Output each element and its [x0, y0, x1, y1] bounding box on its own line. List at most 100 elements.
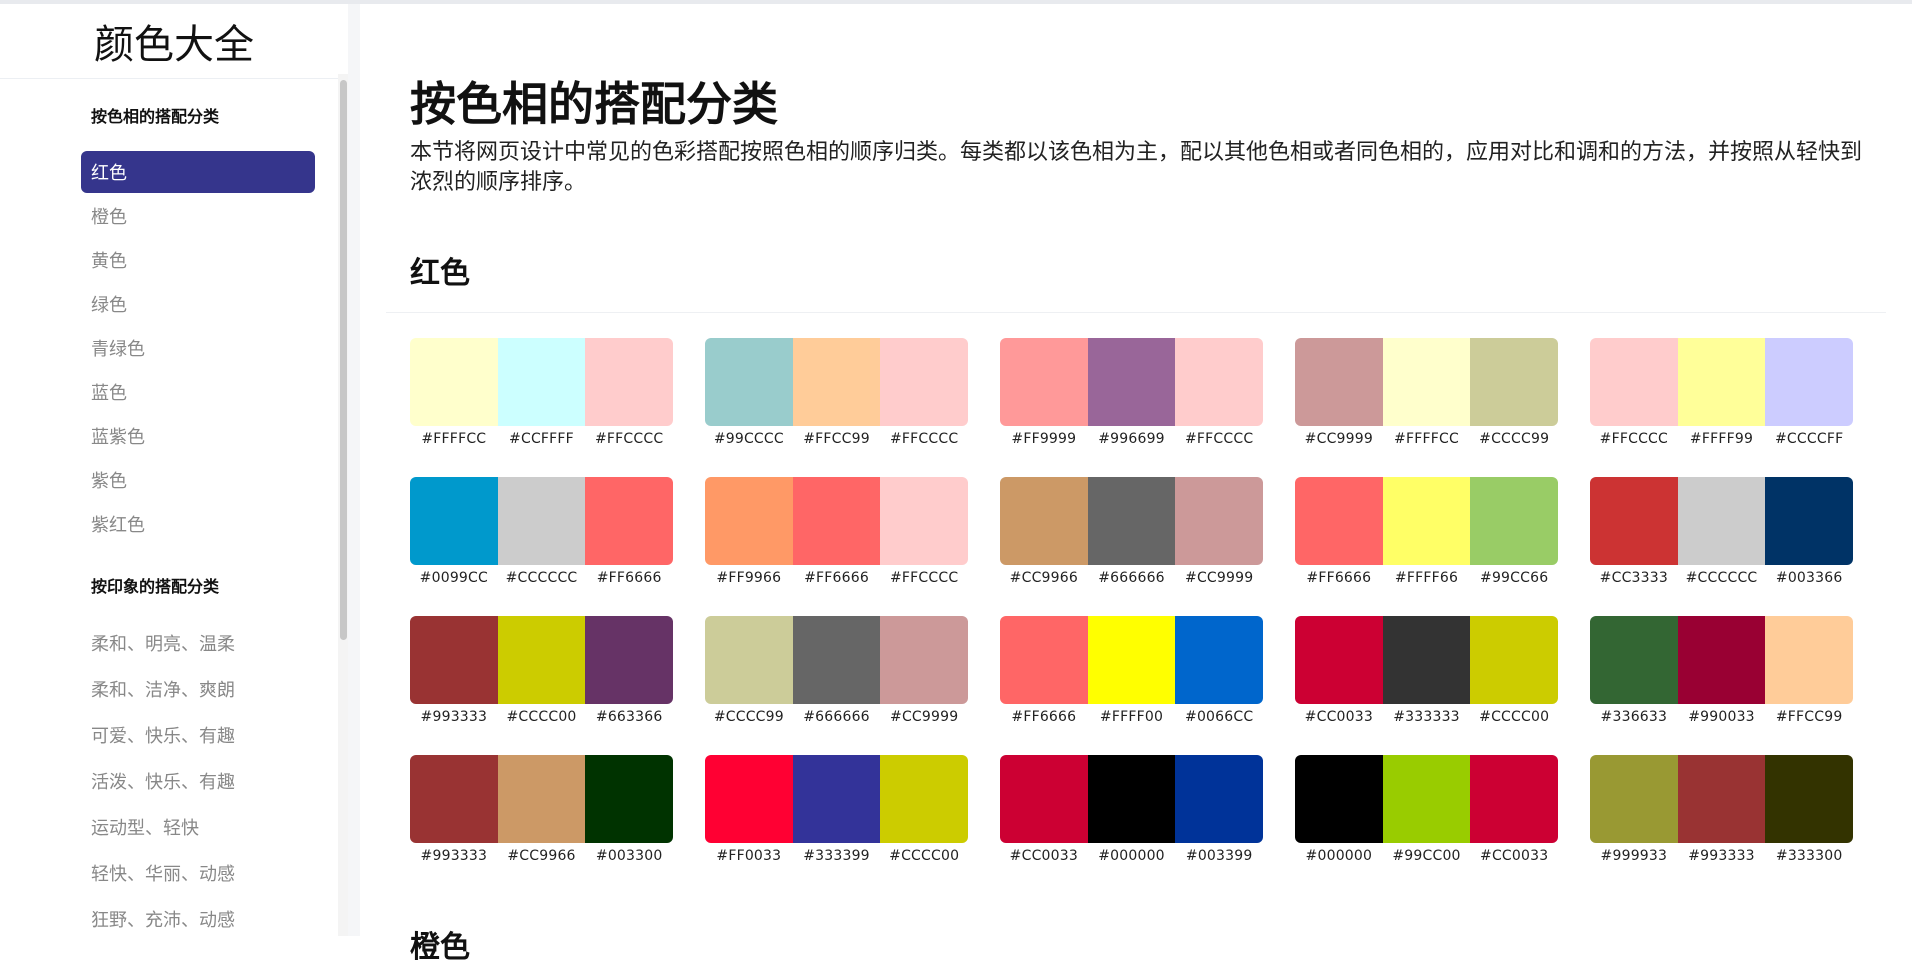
color-swatch[interactable] — [1677, 755, 1766, 843]
color-swatch[interactable] — [1765, 755, 1853, 843]
color-swatch[interactable] — [497, 477, 586, 565]
color-swatch[interactable] — [792, 477, 881, 565]
color-swatch[interactable] — [1677, 477, 1766, 565]
color-palette-card[interactable]: #CC0033 #000000 #003399 — [1000, 755, 1263, 866]
color-swatch[interactable] — [585, 616, 673, 704]
color-swatch[interactable] — [1677, 616, 1766, 704]
color-swatch[interactable] — [1000, 477, 1088, 565]
color-swatch[interactable] — [1382, 755, 1471, 843]
color-swatch[interactable] — [1470, 755, 1558, 843]
color-palette-card[interactable]: #CC9966 #666666 #CC9999 — [1000, 477, 1263, 588]
color-swatch[interactable] — [1000, 755, 1088, 843]
color-swatch[interactable] — [585, 755, 673, 843]
color-palette-card[interactable]: #993333 #CC9966 #003300 — [410, 755, 673, 866]
color-swatch[interactable] — [585, 338, 673, 426]
color-swatch[interactable] — [1382, 338, 1471, 426]
color-swatch[interactable] — [1175, 616, 1263, 704]
sidebar-item-orange[interactable]: 橙色 — [81, 195, 315, 237]
sidebar-item-green[interactable]: 绿色 — [81, 283, 315, 325]
color-palette-card[interactable]: #FF6666 #FFFF66 #99CC66 — [1295, 477, 1558, 588]
color-swatch[interactable] — [1087, 338, 1176, 426]
color-palette-card[interactable]: #FF6666 #FFFF00 #0066CC — [1000, 616, 1263, 727]
color-swatch[interactable] — [1295, 755, 1383, 843]
color-swatch[interactable] — [1470, 477, 1558, 565]
color-palette-card[interactable]: #999933 #993333 #333300 — [1590, 755, 1853, 866]
color-palette-card[interactable]: #0099CC #CCCCCC #FF6666 — [410, 477, 673, 588]
color-swatch[interactable] — [1295, 616, 1383, 704]
sidebar-item-mood-2[interactable]: 柔和、洁净、爽朗 — [81, 667, 315, 711]
color-swatch[interactable] — [792, 755, 881, 843]
sidebar-item-purple[interactable]: 紫色 — [81, 459, 315, 501]
color-palette-card[interactable]: #CC3333 #CCCCCC #003366 — [1590, 477, 1853, 588]
sidebar-item-mood-7[interactable]: 狂野、充沛、动感 — [81, 897, 315, 941]
color-swatch[interactable] — [1382, 477, 1471, 565]
color-swatch[interactable] — [1175, 338, 1263, 426]
color-swatch[interactable] — [1765, 616, 1853, 704]
color-swatch[interactable] — [1295, 477, 1383, 565]
sidebar-item-mood-6[interactable]: 轻快、华丽、动感 — [81, 851, 315, 895]
sidebar-item-mood-3[interactable]: 可爱、快乐、有趣 — [81, 713, 315, 757]
sidebar-item-mood-1[interactable]: 柔和、明亮、温柔 — [81, 621, 315, 665]
color-palette-card[interactable]: #FF0033 #333399 #CCCC00 — [705, 755, 968, 866]
color-swatch[interactable] — [880, 616, 968, 704]
color-swatch[interactable] — [1590, 755, 1678, 843]
sidebar-item-blue-violet[interactable]: 蓝紫色 — [81, 415, 315, 457]
sidebar-item-red[interactable]: 红色 — [81, 151, 315, 193]
color-code-label: #333399 — [803, 848, 870, 864]
color-swatch[interactable] — [792, 338, 881, 426]
palette-codes: #FF9999 #996699 #FFCCCC — [1000, 431, 1263, 447]
color-palette-card[interactable]: #CCCC99 #666666 #CC9999 — [705, 616, 968, 727]
color-swatch[interactable] — [1175, 755, 1263, 843]
color-swatch[interactable] — [1087, 755, 1176, 843]
color-palette-card[interactable]: #000000 #99CC00 #CC0033 — [1295, 755, 1558, 866]
color-swatch[interactable] — [1175, 477, 1263, 565]
sidebar-item-yellow[interactable]: 黄色 — [81, 239, 315, 281]
color-swatch[interactable] — [1295, 338, 1383, 426]
color-swatch[interactable] — [880, 338, 968, 426]
color-swatch[interactable] — [497, 338, 586, 426]
color-swatch[interactable] — [705, 338, 793, 426]
sidebar-item-mood-5[interactable]: 运动型、轻快 — [81, 805, 315, 849]
color-swatch[interactable] — [1470, 338, 1558, 426]
color-swatch[interactable] — [410, 616, 498, 704]
color-swatch[interactable] — [1677, 338, 1766, 426]
color-swatch[interactable] — [1590, 477, 1678, 565]
color-swatch[interactable] — [497, 755, 586, 843]
sidebar-item-mood-4[interactable]: 活泼、快乐、有趣 — [81, 759, 315, 803]
color-palette-card[interactable]: #FF9966 #FF6666 #FFCCCC — [705, 477, 968, 588]
color-swatch[interactable] — [1000, 616, 1088, 704]
color-swatch[interactable] — [585, 477, 673, 565]
color-palette-card[interactable]: #336633 #990033 #FFCC99 — [1590, 616, 1853, 727]
color-palette-card[interactable]: #99CCCC #FFCC99 #FFCCCC — [705, 338, 968, 449]
color-swatch[interactable] — [880, 755, 968, 843]
color-palette-card[interactable]: #FFCCCC #FFFF99 #CCCCFF — [1590, 338, 1853, 449]
color-palette-card[interactable]: #FFFFCC #CCFFFF #FFCCCC — [410, 338, 673, 449]
color-swatch[interactable] — [792, 616, 881, 704]
color-palette-card[interactable]: #993333 #CCCC00 #663366 — [410, 616, 673, 727]
site-logo[interactable]: 颜色大全 — [0, 4, 348, 79]
color-palette-card[interactable]: #CC9999 #FFFFCC #CCCC99 — [1295, 338, 1558, 449]
color-swatch[interactable] — [1590, 616, 1678, 704]
color-swatch[interactable] — [1087, 477, 1176, 565]
color-swatch[interactable] — [497, 616, 586, 704]
color-swatch[interactable] — [1765, 477, 1853, 565]
color-swatch[interactable] — [1382, 616, 1471, 704]
color-swatch[interactable] — [705, 616, 793, 704]
color-swatch[interactable] — [705, 477, 793, 565]
color-swatch[interactable] — [1470, 616, 1558, 704]
color-palette-card[interactable]: #CC0033 #333333 #CCCC00 — [1295, 616, 1558, 727]
color-swatch[interactable] — [1000, 338, 1088, 426]
color-swatch[interactable] — [1590, 338, 1678, 426]
color-swatch[interactable] — [410, 755, 498, 843]
color-swatch[interactable] — [1087, 616, 1176, 704]
sidebar-item-magenta[interactable]: 紫红色 — [81, 503, 315, 545]
color-swatch[interactable] — [410, 338, 498, 426]
sidebar-scrollbar-thumb[interactable] — [340, 80, 347, 640]
color-swatch[interactable] — [705, 755, 793, 843]
sidebar-item-cyan-green[interactable]: 青绿色 — [81, 327, 315, 369]
color-swatch[interactable] — [880, 477, 968, 565]
color-swatch[interactable] — [1765, 338, 1853, 426]
color-swatch[interactable] — [410, 477, 498, 565]
sidebar-item-blue[interactable]: 蓝色 — [81, 371, 315, 413]
color-palette-card[interactable]: #FF9999 #996699 #FFCCCC — [1000, 338, 1263, 449]
